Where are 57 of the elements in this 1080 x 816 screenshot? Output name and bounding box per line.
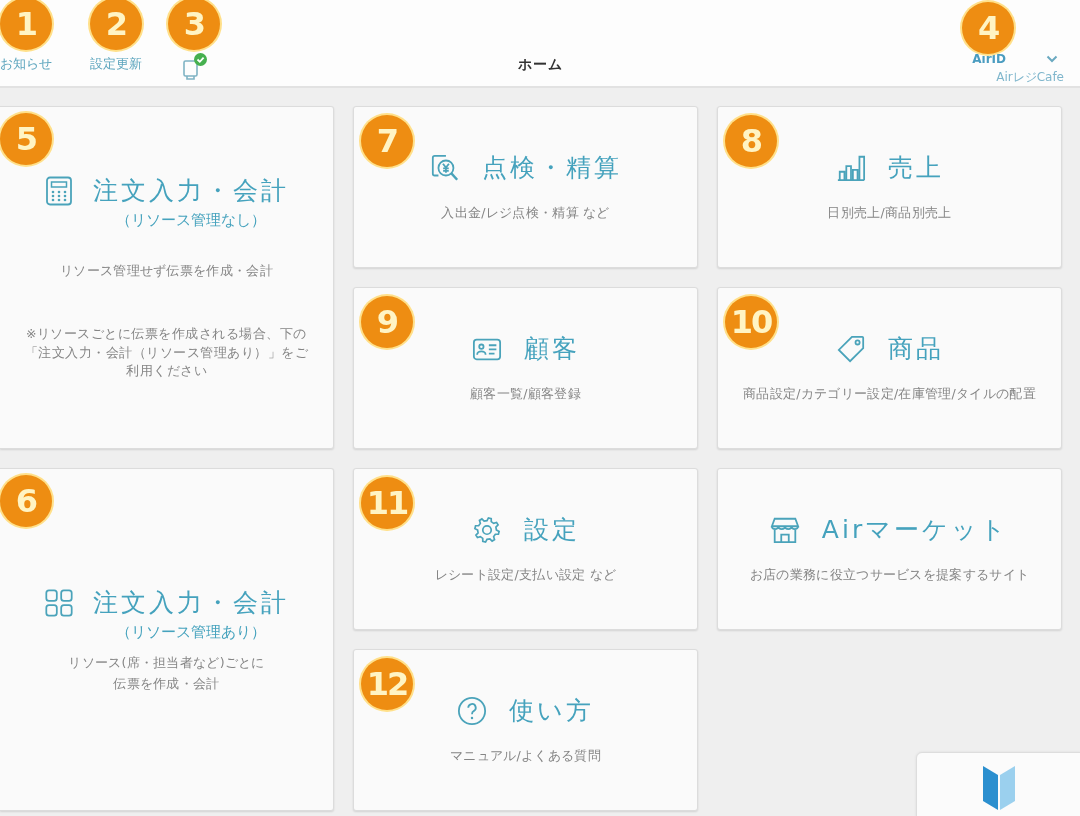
card-description: 商品設定/カテゴリー設定/在庫管理/タイルの配置 (743, 385, 1036, 404)
annotation-number: 10 (725, 296, 777, 348)
page-title: ホーム (517, 55, 563, 74)
card-description: 顧客一覧/顧客登録 (470, 385, 581, 404)
settings-icon (471, 514, 502, 545)
annotation-number: 11 (361, 477, 413, 529)
device-check-icon[interactable] (182, 52, 208, 80)
card-title: 商品 (887, 333, 944, 366)
menu-card[interactable]: 8 売上 日別売上/商品別売上 (717, 106, 1062, 268)
header-link[interactable]: 設定更新 (90, 52, 142, 76)
menu-card[interactable]: 9 顧客 顧客一覧/顧客登録 (353, 287, 698, 449)
card-description: リソース管理せず伝票を作成・会計 (60, 262, 273, 280)
tag-icon (835, 333, 866, 364)
help-icon (457, 695, 487, 726)
guide-tab-button[interactable] (916, 752, 1080, 816)
annotation-number: 7 (361, 115, 413, 167)
card-title: 点検・精算 (481, 152, 622, 185)
card-title: 設定 (523, 514, 580, 547)
card-title: 使い方 (509, 695, 594, 728)
menu-card[interactable]: 5 注文入力・会計 （リソース管理なし） リソース管理せず伝票を作成・会計 ※リソースごとに伝票を作成される場合、下の「注文入力・会計（リソース管理あり）」をご利用ください (0, 106, 334, 449)
annotation-number: 6 (0, 475, 52, 527)
menu-card[interactable]: 6 注文入力・会計 （リソース管理あり） リソース(席・担当者など)ごとに 伝票を作成・会計 (0, 468, 334, 811)
card-description: リソース(席・担当者など)ごとに (68, 653, 265, 672)
card-subtitle: （リソース管理あり） (115, 622, 266, 642)
annotation-number: 5 (0, 113, 52, 165)
card-title: 顧客 (523, 333, 580, 366)
annotation-number: 1 (0, 0, 52, 50)
annotation-number: 4 (962, 2, 1015, 54)
two-tone-chevron-icon (982, 765, 1016, 811)
chevron-down-icon (1046, 55, 1058, 63)
card-description: お店の業務に役立つサービスを提案するサイト (749, 566, 1030, 585)
yen-magnifier-icon (429, 152, 460, 183)
card-description: 入出金/レジ点検・精算 など (441, 204, 610, 223)
annotation-number: 9 (361, 296, 413, 348)
menu-card[interactable]: Airマーケット お店の業務に役立つサービスを提案するサイト (717, 468, 1062, 630)
card-title: 注文入力・会計 (92, 586, 289, 619)
annotation-number: 2 (90, 0, 142, 50)
card-title: 売上 (887, 152, 944, 185)
annotation-number: 3 (168, 0, 220, 50)
calculator-icon (44, 176, 73, 206)
card-note: ※リソースごとに伝票を作成される場合、下の「注文入力・会計（リソース管理あり）」をご利用ください (23, 324, 310, 381)
annotation-number: 12 (361, 658, 413, 710)
card-description: 伝票を作成・会計 (113, 674, 220, 693)
card-title: Airマーケット (821, 514, 1010, 547)
menu-card[interactable]: 10 商品 商品設定/カテゴリー設定/在庫管理/タイルの配置 (717, 287, 1062, 449)
account-button[interactable]: AirID AirレジCafe (972, 52, 1064, 86)
card-subtitle: （リソース管理なし） (115, 211, 266, 230)
menu-card[interactable]: 11 設定 レシート設定/支払い設定 など (353, 468, 698, 630)
card-description: 日別売上/商品別売上 (827, 204, 952, 223)
menu-card[interactable]: 7 点検・精算 入出金/レジ点検・精算 など (353, 106, 698, 268)
menu-card[interactable]: 12 使い方 マニュアル/よくある質問 (353, 649, 698, 811)
annotation-number: 8 (725, 115, 777, 167)
card-description: レシート設定/支払い設定 など (434, 566, 617, 585)
card-description: マニュアル/よくある質問 (450, 747, 601, 766)
card-title: 注文入力・会計 (92, 175, 289, 207)
four-squares-icon (44, 587, 73, 618)
header-link[interactable]: お知らせ (0, 52, 52, 76)
